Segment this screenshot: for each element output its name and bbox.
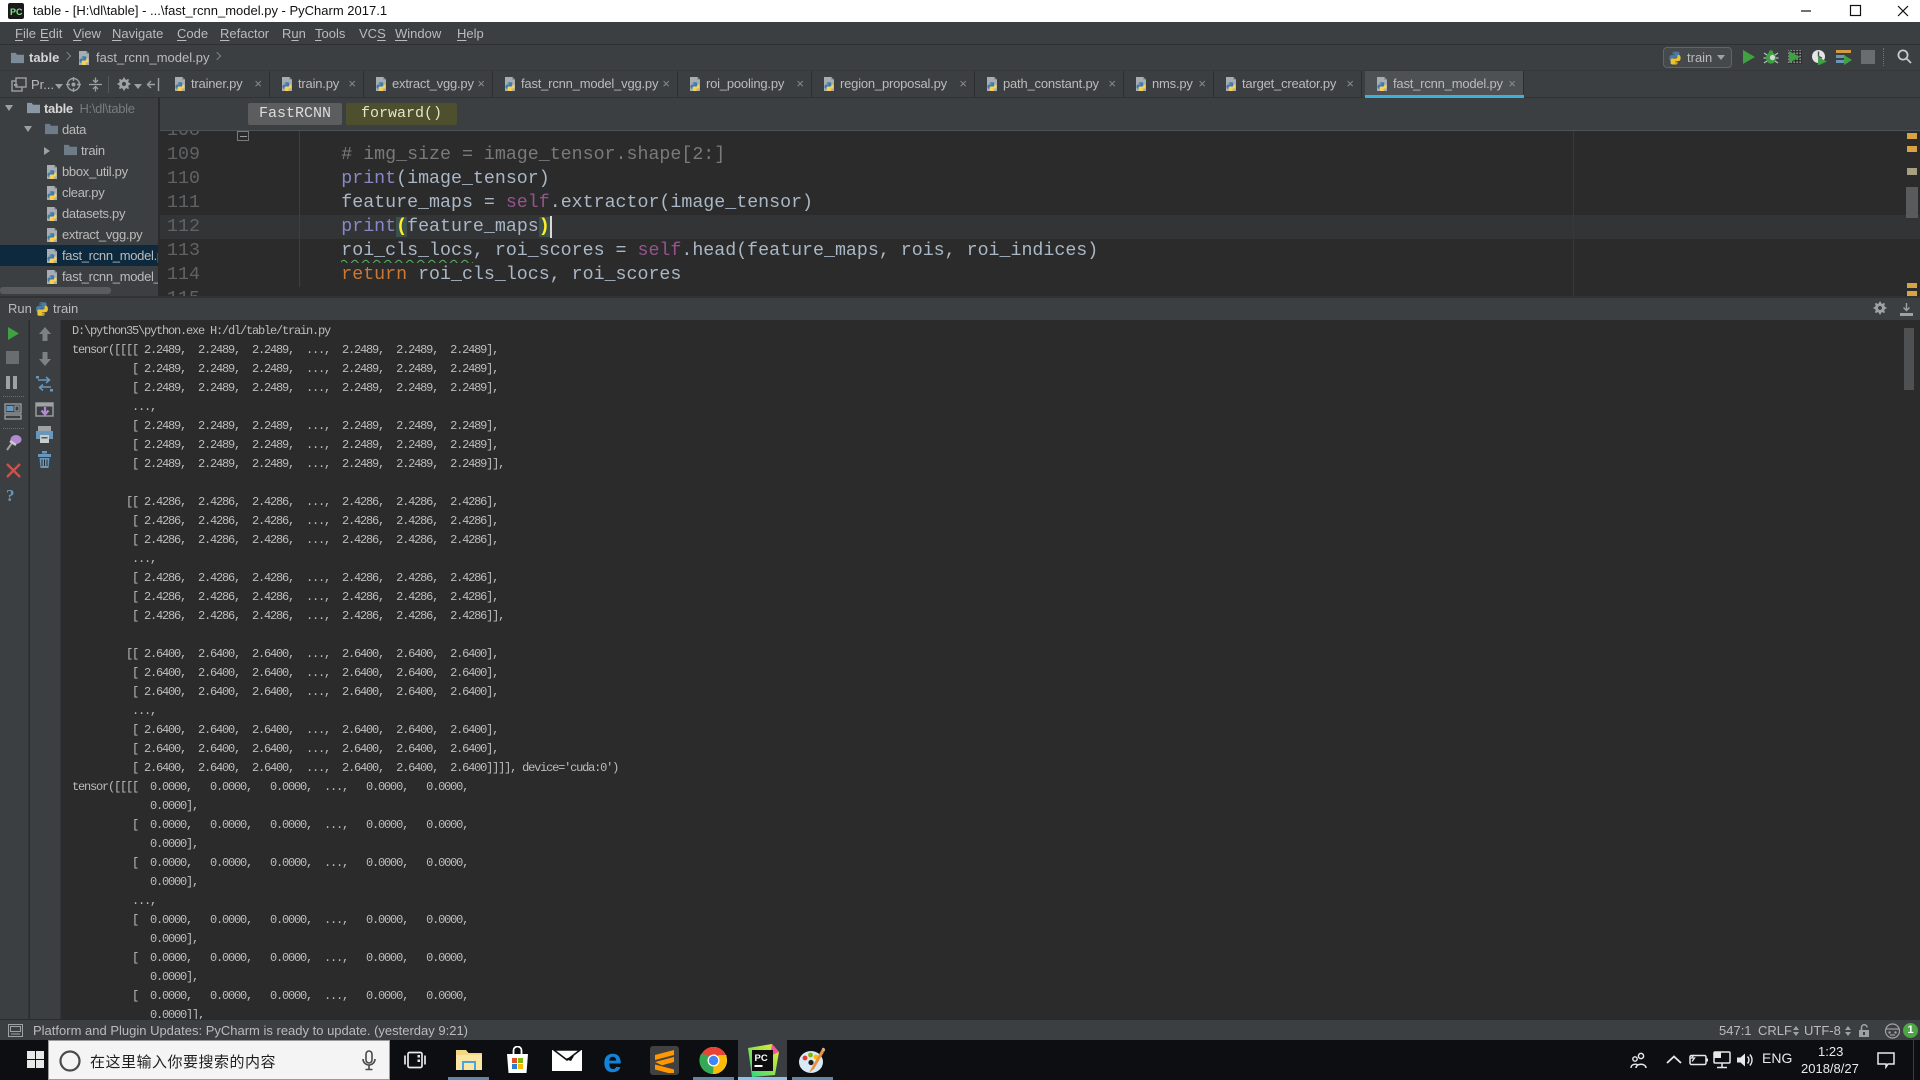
svg-text:PC: PC (10, 7, 23, 17)
svg-text:e: e (603, 1046, 622, 1075)
svg-text:PC: PC (755, 1053, 768, 1064)
